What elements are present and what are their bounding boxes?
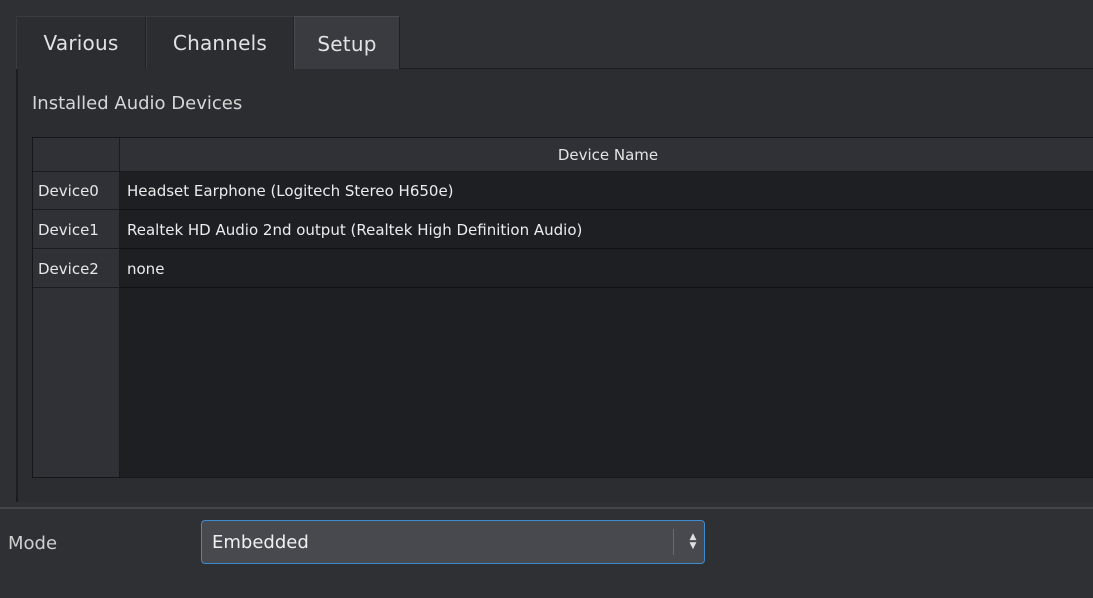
divider	[0, 507, 1093, 509]
updown-chevron-icon: ▲ ▼	[689, 532, 697, 551]
mode-label: Mode	[8, 533, 58, 554]
column-header-device-name[interactable]: Device Name	[120, 138, 1093, 172]
tab-bar: Various Channels Setup	[16, 16, 1093, 70]
mode-select[interactable]: Embedded ▲ ▼	[201, 520, 705, 564]
setup-panel: Installed Audio Devices Device Name Devi…	[16, 69, 1093, 502]
tab-label: Setup	[317, 31, 377, 56]
tab-various[interactable]: Various	[16, 16, 146, 69]
audio-devices-table[interactable]: Device Name Device0 Device1 Device2 Head…	[32, 137, 1093, 478]
mode-select-value: Embedded	[212, 531, 309, 553]
row-header[interactable]: Device2	[33, 250, 119, 288]
table-cell-device1[interactable]: Realtek HD Audio 2nd output (Realtek Hig…	[120, 211, 1093, 249]
table-cell-device0[interactable]: Headset Earphone (Logitech Stereo H650e)	[120, 172, 1093, 210]
table-corner[interactable]	[33, 138, 120, 172]
tab-setup[interactable]: Setup	[294, 16, 400, 70]
tab-label: Channels	[172, 31, 268, 55]
tab-channels[interactable]: Channels	[146, 16, 294, 69]
row-header[interactable]: Device0	[33, 172, 119, 210]
row-header[interactable]: Device1	[33, 211, 119, 249]
settings-window: Various Channels Setup Installed Audio D…	[0, 0, 1093, 598]
row-header-column: Device0 Device1 Device2	[33, 172, 120, 477]
group-title: Installed Audio Devices	[32, 93, 243, 114]
table-cell-device2[interactable]: none	[120, 250, 1093, 288]
select-divider	[673, 529, 674, 555]
tab-label: Various	[43, 31, 119, 55]
